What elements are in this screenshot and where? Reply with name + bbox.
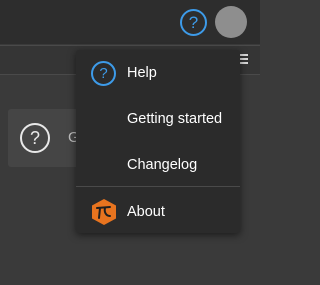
help-dropdown-menu: ? Help Getting started Changelog About	[76, 50, 240, 233]
top-bar: ?	[0, 0, 260, 44]
menu-item-changelog[interactable]: Changelog	[76, 142, 240, 188]
avatar[interactable]	[215, 6, 247, 38]
question-circle-icon: ?	[20, 123, 50, 153]
menu-item-label: About	[127, 204, 165, 220]
help-icon: ?	[91, 61, 116, 86]
menu-item-label: Getting started	[127, 111, 223, 127]
menu-item-label: Changelog	[127, 157, 198, 173]
menu-item-about[interactable]: About	[76, 189, 240, 235]
menu-item-getting-started[interactable]: Getting started	[76, 96, 240, 142]
about-logo-icon	[91, 198, 117, 226]
help-button[interactable]: ?	[180, 9, 207, 36]
menu-item-help[interactable]: ? Help	[76, 50, 240, 96]
menu-item-label: Help	[127, 65, 157, 81]
question-icon: ?	[188, 13, 199, 32]
menu-divider	[76, 186, 240, 187]
